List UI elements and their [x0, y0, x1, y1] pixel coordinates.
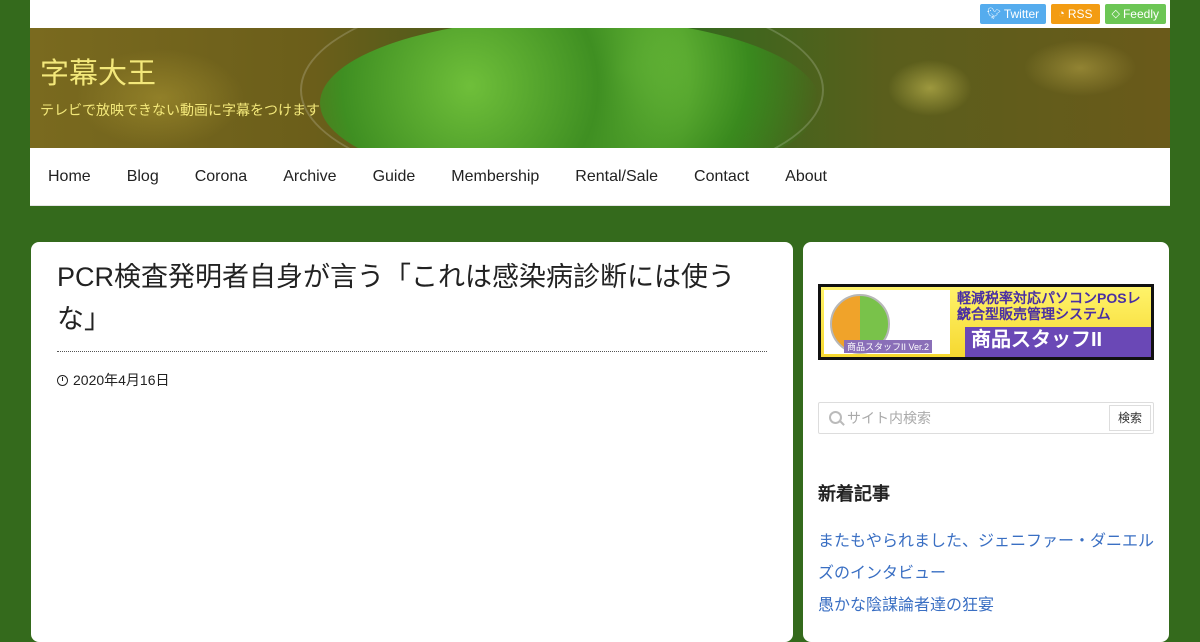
nav-item-home[interactable]: Home — [30, 148, 109, 205]
twitter-button[interactable]: 🐦︎ Twitter — [979, 4, 1047, 24]
nav-item-guide[interactable]: Guide — [355, 148, 434, 205]
search-icon — [829, 411, 842, 424]
main-content: PCR検査発明者自身が言う「これは感染病診断には使うな」 2020年4月16日 — [31, 242, 793, 642]
feedly-icon: ◇ — [1111, 8, 1120, 20]
nav-item-rental-sale[interactable]: Rental/Sale — [557, 148, 676, 205]
banner-logo-panel: 商品スタッフII Ver.2 — [824, 290, 950, 354]
site-title[interactable]: 字幕大王 — [40, 50, 156, 92]
post-date-text: 2020年4月16日 — [73, 372, 170, 388]
top-bar: 🐦︎ Twitter ◔ RSS ◇ Feedly — [30, 0, 1170, 28]
post-title: PCR検査発明者自身が言う「これは感染病診断には使うな」 — [57, 262, 736, 334]
site-description: テレビで放映できない動画に字幕をつけます — [40, 102, 320, 118]
nav-item-about[interactable]: About — [767, 148, 845, 205]
main-navigation: Home Blog Corona Archive Guide Membershi… — [30, 148, 1170, 206]
rss-icon: ◔ — [1058, 8, 1065, 20]
feedly-label: Feedly — [1122, 7, 1159, 21]
header-globe-image — [300, 28, 824, 148]
twitter-icon: 🐦︎ — [986, 8, 1001, 20]
post-date: 2020年4月16日 — [57, 370, 170, 390]
rss-label: RSS — [1067, 7, 1093, 21]
nav-item-membership[interactable]: Membership — [433, 148, 557, 205]
recent-post-link[interactable]: またもやられました、ジェニファー・ダニエルズのインタビュー — [818, 526, 1158, 590]
nav-item-blog[interactable]: Blog — [109, 148, 177, 205]
banner-product-name: 商品スタッフII Ver.2 — [965, 327, 1151, 357]
banner-line-2: 統合型販売管理システム — [957, 306, 1111, 322]
title-divider — [57, 351, 767, 352]
recent-posts-title: 新着記事 — [818, 484, 890, 504]
nav-item-contact[interactable]: Contact — [676, 148, 767, 205]
site-header: 字幕大王 テレビで放映できない動画に字幕をつけます — [30, 28, 1170, 148]
recent-posts-list: またもやられました、ジェニファー・ダニエルズのインタビュー 愚かな陰謀論者達の狂… — [818, 526, 1158, 622]
social-buttons: 🐦︎ Twitter ◔ RSS ◇ Feedly — [979, 4, 1166, 24]
sidebar: 商品スタッフII Ver.2 軽減税率対応パソコンPOSレジ 統合型販売管理シス… — [803, 242, 1169, 642]
ad-banner[interactable]: 商品スタッフII Ver.2 軽減税率対応パソコンPOSレジ 統合型販売管理シス… — [818, 284, 1154, 360]
banner-small-label: 商品スタッフII Ver.2 — [844, 340, 933, 353]
recent-post-link[interactable]: 愚かな陰謀論者達の狂宴 — [818, 590, 1158, 622]
feedly-button[interactable]: ◇ Feedly — [1104, 4, 1166, 24]
site-search: 検索 — [818, 402, 1154, 434]
clock-icon — [57, 374, 68, 386]
twitter-label: Twitter — [1003, 7, 1040, 21]
nav-item-corona[interactable]: Corona — [177, 148, 265, 205]
nav-item-archive[interactable]: Archive — [265, 148, 354, 205]
rss-button[interactable]: ◔ RSS — [1051, 4, 1100, 24]
search-input[interactable] — [845, 405, 1099, 431]
search-button[interactable]: 検索 — [1108, 405, 1151, 431]
